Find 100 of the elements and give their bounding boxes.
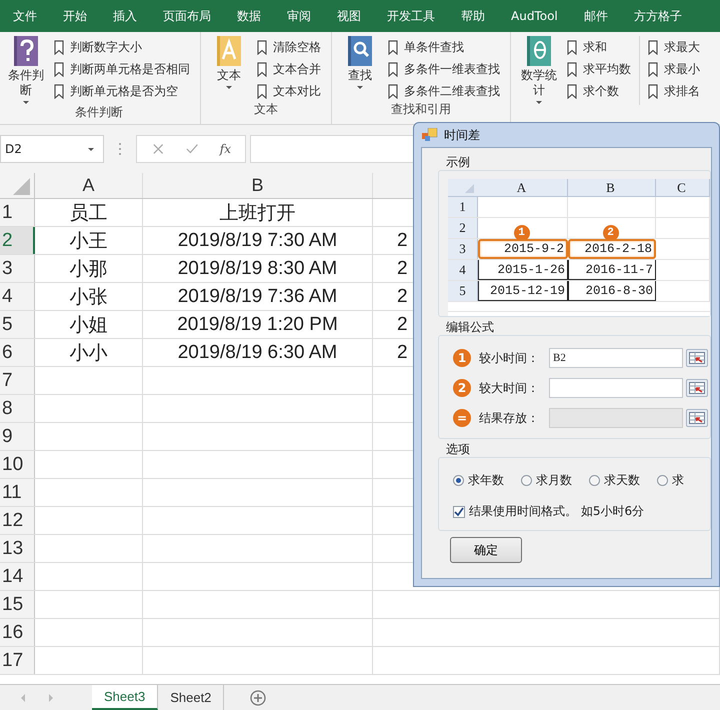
row-header[interactable]: 15 xyxy=(0,591,35,618)
bookmark-icon xyxy=(388,40,398,54)
table-cell-text: 员工 xyxy=(70,202,108,226)
ribbon-tab[interactable]: 邮件 xyxy=(570,0,621,32)
ribbon-item[interactable]: 求平均数 xyxy=(565,58,633,80)
row-header[interactable]: 16 xyxy=(0,619,35,646)
ribbon-item[interactable]: 判断数字大小 xyxy=(52,36,192,58)
ribbon-item[interactable]: 多条件二维表查找 xyxy=(386,80,502,102)
group-label: 文本 xyxy=(253,102,279,118)
row-header[interactable]: 1 xyxy=(0,199,35,226)
table-cell: 2015-12-19 xyxy=(478,281,568,301)
group-label: 条件判断 xyxy=(74,105,124,119)
ribbon-tab[interactable]: 审阅 xyxy=(274,0,324,32)
radio-option[interactable]: 求年数 xyxy=(453,472,504,489)
question-book-icon xyxy=(12,36,40,66)
bookmark-icon xyxy=(54,62,64,76)
ribbon-button[interactable]: 数学统计 xyxy=(519,36,559,105)
row-header[interactable]: 6 xyxy=(0,339,35,366)
insert-function-label[interactable]: fx xyxy=(220,142,231,156)
ribbon-tab[interactable]: 帮助 xyxy=(448,0,498,32)
table-arrow-icon xyxy=(689,382,705,394)
ribbon-item[interactable]: 文本合并 xyxy=(255,58,323,80)
caret-icon xyxy=(356,85,364,90)
ribbon-button[interactable]: 文本 xyxy=(209,36,249,102)
ribbon-tab[interactable]: AudTool xyxy=(498,0,571,32)
ribbon-tab[interactable]: 文件 xyxy=(0,0,50,32)
ribbon-tab[interactable]: 开发工具 xyxy=(374,0,448,32)
cancel-icon xyxy=(153,143,164,155)
row-header[interactable]: 7 xyxy=(0,367,35,394)
caret-icon xyxy=(535,100,543,105)
column-header[interactable]: B xyxy=(143,173,373,198)
ribbon-item[interactable]: 求最小 xyxy=(646,58,702,80)
input-field[interactable]: B2 xyxy=(549,348,683,368)
field-label: 较小时间： xyxy=(478,350,540,366)
table-cell: 2 xyxy=(397,230,408,252)
row-header[interactable]: 5 xyxy=(0,311,35,338)
row-header[interactable]: 9 xyxy=(0,423,35,450)
radio-option[interactable]: 求 xyxy=(657,472,684,489)
radio-option[interactable]: 求月数 xyxy=(521,472,572,489)
ribbon-tab[interactable]: 页面布局 xyxy=(150,0,224,32)
ribbon-item[interactable]: 清除空格 xyxy=(255,36,323,58)
table-cell: 2 xyxy=(397,286,408,308)
column-header: A xyxy=(478,179,568,196)
ribbon-item[interactable]: 求排名 xyxy=(646,80,702,102)
ribbon-item[interactable]: 文本对比 xyxy=(255,80,323,102)
ribbon-item[interactable]: 单条件查找 xyxy=(386,36,502,58)
table-cell: 2 xyxy=(397,258,408,280)
ribbon-tab[interactable]: 数据 xyxy=(224,0,274,32)
ribbon-item[interactable]: 求最大 xyxy=(646,36,702,58)
ribbon-item[interactable]: 判断单元格是否为空 xyxy=(52,80,192,102)
number-badge: 1 xyxy=(453,349,471,367)
range-select-button[interactable] xyxy=(686,379,708,397)
caret-icon xyxy=(225,85,233,90)
bookmark-icon xyxy=(257,84,267,98)
input-field[interactable] xyxy=(549,378,683,398)
ribbon-tab[interactable]: 开始 xyxy=(50,0,100,32)
ribbon-tab[interactable]: 插入 xyxy=(100,0,150,32)
row-header[interactable]: 4 xyxy=(0,283,35,310)
range-select-button[interactable] xyxy=(686,349,708,367)
radio-option[interactable]: 求天数 xyxy=(589,472,640,489)
row-header[interactable]: 3 xyxy=(0,255,35,282)
search-book-icon xyxy=(346,36,374,66)
ribbon-button[interactable]: 查找 xyxy=(340,36,380,102)
name-box[interactable]: D2 xyxy=(0,135,104,163)
ribbon-button[interactable]: 条件判断 xyxy=(6,36,46,105)
ribbon-item[interactable]: 求个数 xyxy=(565,80,633,102)
caret-icon xyxy=(22,100,30,105)
row-header[interactable]: 14 xyxy=(0,563,35,590)
table-cell: 2 xyxy=(397,342,408,364)
row-header: 1 xyxy=(448,197,478,217)
field-label: 较大时间： xyxy=(478,380,540,396)
row-header[interactable]: 11 xyxy=(0,479,35,506)
group-label: 编辑公式 xyxy=(445,319,495,335)
app-icon xyxy=(422,128,438,142)
row-header[interactable]: 17 xyxy=(0,647,35,674)
number-badge: = xyxy=(453,409,471,427)
grip-icon xyxy=(118,142,122,156)
bookmark-icon xyxy=(257,62,267,76)
row-header[interactable]: 12 xyxy=(0,507,35,534)
ribbon-tab[interactable]: 视图 xyxy=(324,0,374,32)
ribbon-item[interactable]: 判断两单元格是否相同 xyxy=(52,58,192,80)
table-cell: 2015-9-2 xyxy=(478,239,568,259)
table-cell: 2019/8/19 7:36 AM xyxy=(178,286,338,308)
row-header[interactable]: 8 xyxy=(0,395,35,422)
table-cell: 2019/8/19 1:20 PM xyxy=(177,314,338,336)
sheet-tab[interactable]: Sheet3 xyxy=(92,685,158,710)
ribbon-item[interactable]: 求和 xyxy=(565,36,633,58)
row-header: 4 xyxy=(448,260,478,280)
row-header[interactable]: 2 xyxy=(0,227,35,254)
row-header[interactable]: 10 xyxy=(0,451,35,478)
row-header[interactable]: 13 xyxy=(0,535,35,562)
range-select-button[interactable] xyxy=(686,409,708,427)
ribbon-tab[interactable]: 方方格子 xyxy=(620,0,695,32)
ribbon-item[interactable]: 多条件一维表查找 xyxy=(386,58,502,80)
column-header[interactable]: A xyxy=(35,173,143,198)
check-icon xyxy=(186,143,198,155)
table-cell-text: 小王 xyxy=(70,230,108,254)
checkbox[interactable]: 结果使用时间格式。 如5小时6分 xyxy=(453,503,710,520)
table-arrow-icon xyxy=(689,352,705,364)
ok-button[interactable]: 确定 xyxy=(450,537,522,563)
